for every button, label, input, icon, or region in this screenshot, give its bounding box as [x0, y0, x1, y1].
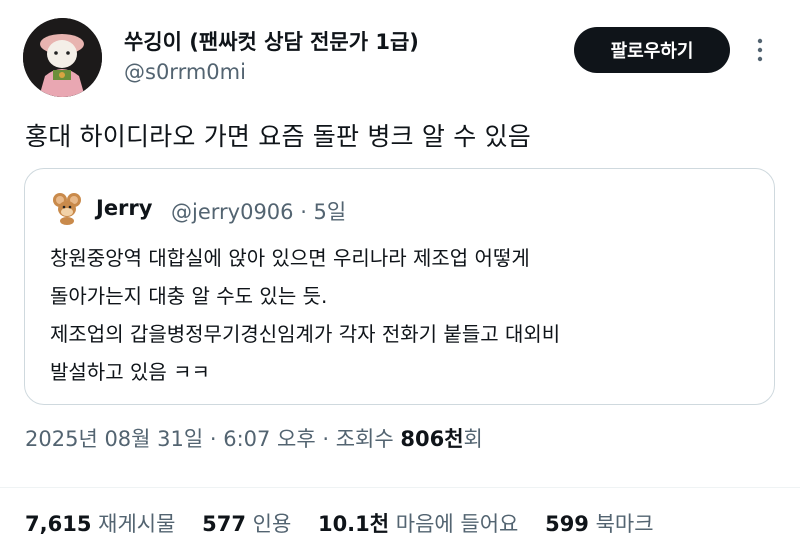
quote-text-line: 발설하고 있음 ㅋㅋ: [50, 360, 210, 384]
timestamp[interactable]: 2025년 08월 31일 · 6:07 오후 · 조회수: [25, 427, 400, 451]
quote-avatar-icon[interactable]: [51, 191, 85, 225]
quote-handle-time[interactable]: @jerry0906 · 5일: [171, 196, 346, 226]
tweet-meta: 2025년 08월 31일 · 6:07 오후 · 조회수 806천회: [25, 423, 483, 453]
like-count: 10.1천: [317, 512, 390, 536]
bookmark-label: 북마크: [595, 512, 654, 536]
bookmark-stat[interactable]: 599 북마크: [545, 508, 654, 538]
quote-label: 인용: [252, 512, 292, 536]
quote-display-name[interactable]: Jerry: [96, 196, 152, 220]
tweet-text: 홍대 하이디라오 가면 요즘 돌판 병크 알 수 있음: [25, 122, 531, 151]
user-handle[interactable]: @s0rrm0mi: [124, 60, 246, 84]
quote-text-line: 돌아가는지 대충 알 수도 있는 듯.: [50, 284, 328, 308]
profile-avatar[interactable]: [23, 18, 102, 97]
quote-text-line: 제조업의 갑을병정무기경신임계가 각자 전화기 붙들고 대외비: [50, 322, 561, 346]
quote-count: 577: [202, 512, 246, 536]
view-count: 806천: [400, 427, 464, 451]
more-options-icon[interactable]: [748, 34, 772, 66]
quote-text-line: 창원중앙역 대합실에 앉아 있으면 우리나라 제조업 어떻게: [50, 246, 530, 270]
like-label: 마음에 들어요: [395, 512, 519, 536]
bookmark-count: 599: [545, 512, 589, 536]
retweet-count: 7,615: [25, 512, 92, 536]
quoted-tweet[interactable]: Jerry @jerry0906 · 5일 창원중앙역 대합실에 앉아 있으면 …: [24, 168, 775, 405]
divider: [0, 487, 800, 488]
tweet-header: 쑤깅이 (팬싸컷 상담 전문가 1급) @s0rrm0mi 팔로우하기: [0, 0, 800, 110]
view-suffix: 회: [463, 427, 483, 451]
like-stat[interactable]: 10.1천 마음에 들어요: [318, 508, 518, 538]
quote-text: 창원중앙역 대합실에 앉아 있으면 우리나라 제조업 어떻게 돌아가는지 대충 …: [50, 239, 560, 391]
display-name[interactable]: 쑤깅이 (팬싸컷 상담 전문가 1급): [124, 26, 419, 56]
quote-stat[interactable]: 577 인용: [202, 508, 291, 538]
retweet-label: 재게시물: [98, 512, 176, 536]
engagement-stats: 7,615 재게시물 577 인용 10.1천 마음에 들어요 599 북마크: [25, 508, 674, 538]
retweet-stat[interactable]: 7,615 재게시물: [25, 508, 175, 538]
follow-button[interactable]: 팔로우하기: [574, 27, 730, 73]
